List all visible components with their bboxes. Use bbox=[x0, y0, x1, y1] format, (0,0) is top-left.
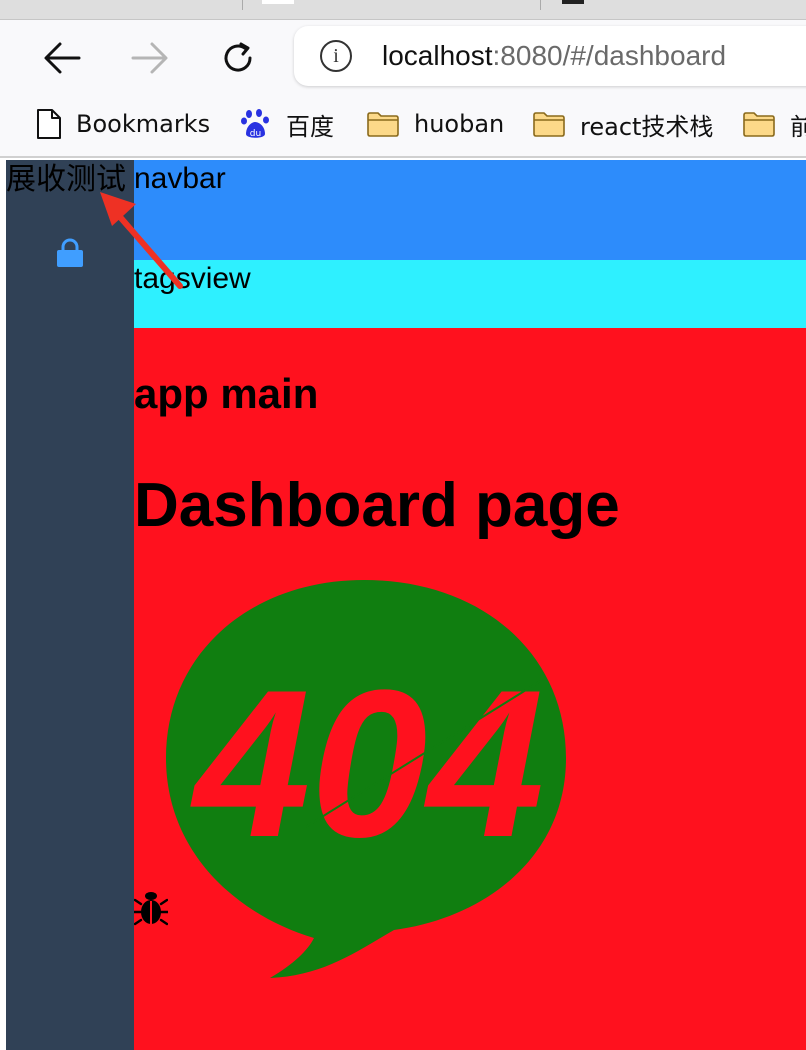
back-arrow-icon bbox=[44, 42, 81, 74]
bookmarks-bar: Bookmarks du 百度 huoban react技术栈 前 bbox=[0, 92, 806, 158]
app-container: 展收测试 navbar tagsview app main Dashboard … bbox=[0, 160, 806, 1050]
forward-arrow-icon bbox=[131, 42, 168, 74]
back-button[interactable] bbox=[38, 36, 86, 80]
tagsview-label: tagsview bbox=[134, 262, 251, 295]
address-bar[interactable]: i localhost:8080/#/dashboard bbox=[294, 26, 806, 86]
forward-button[interactable] bbox=[126, 36, 174, 80]
page-title: Dashboard page bbox=[134, 471, 620, 540]
url-host: localhost bbox=[382, 40, 493, 71]
sidebar-toggle-button[interactable]: 展收测试 bbox=[6, 160, 126, 200]
folder-icon bbox=[532, 110, 566, 138]
browser-toolbar: i localhost:8080/#/dashboard bbox=[0, 20, 806, 92]
tab-favicon[interactable] bbox=[562, 0, 584, 4]
document-icon bbox=[36, 108, 62, 140]
bookmark-item-front[interactable]: 前 bbox=[742, 104, 806, 144]
site-info-icon[interactable]: i bbox=[320, 40, 352, 72]
bookmark-item-huoban[interactable]: huoban bbox=[366, 104, 504, 144]
bookmark-item-bookmarks[interactable]: Bookmarks bbox=[36, 104, 210, 144]
folder-icon bbox=[742, 110, 776, 138]
bookmark-label: react技术栈 bbox=[580, 112, 714, 141]
reload-button[interactable] bbox=[214, 36, 262, 80]
address-url[interactable]: localhost:8080/#/dashboard bbox=[382, 40, 726, 72]
error-code-text: 404 bbox=[190, 646, 544, 881]
bookmark-item-react[interactable]: react技术栈 bbox=[532, 104, 713, 144]
navbar-label: navbar bbox=[134, 162, 226, 195]
url-path: :8080/#/dashboard bbox=[492, 40, 727, 71]
main-heading: app main bbox=[134, 370, 319, 417]
bookmark-item-baidu[interactable]: du 百度 bbox=[240, 104, 334, 144]
reload-icon bbox=[224, 42, 252, 72]
navbar: navbar bbox=[134, 160, 806, 260]
tab-separator bbox=[540, 0, 541, 10]
app-main: app main Dashboard page 404 bbox=[134, 328, 806, 1050]
tab-separator bbox=[242, 0, 243, 10]
tab-strip bbox=[0, 0, 806, 20]
bookmark-label: huoban bbox=[414, 110, 505, 138]
tab-favicon[interactable] bbox=[262, 0, 294, 4]
baidu-icon: du bbox=[240, 108, 272, 140]
svg-text:du: du bbox=[250, 129, 261, 139]
lock-icon[interactable] bbox=[55, 238, 85, 273]
bookmark-label: 百度 bbox=[286, 112, 334, 141]
bookmark-label: Bookmarks bbox=[76, 110, 211, 138]
folder-icon bbox=[366, 110, 400, 138]
sidebar: 展收测试 bbox=[6, 160, 134, 1050]
bug-icon[interactable] bbox=[134, 890, 168, 926]
bookmark-label: 前 bbox=[790, 112, 806, 141]
error-404-image: 404 bbox=[166, 580, 566, 978]
